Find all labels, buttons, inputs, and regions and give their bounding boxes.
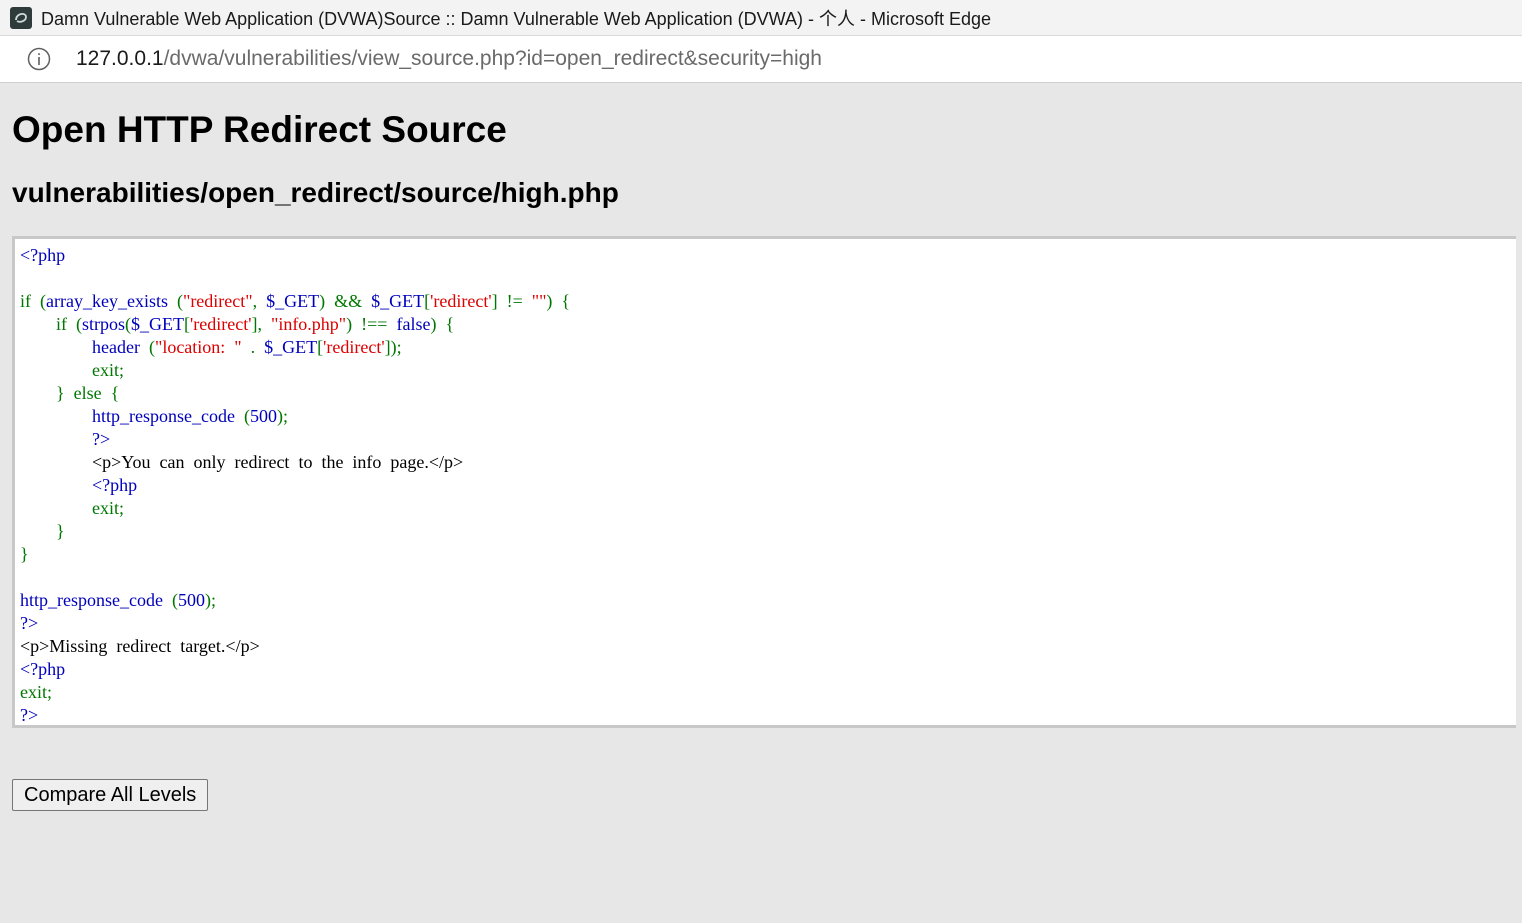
code-line: ?> [20, 704, 570, 727]
code-token: 'redirect' [430, 291, 492, 311]
code-token: <?php [92, 475, 138, 495]
code-line: <?php [20, 474, 570, 497]
code-token: ]); [384, 337, 402, 357]
code-token: ) { [430, 314, 455, 334]
source-code-box: <?php if (array_key_exists ("redirect", $… [12, 236, 1516, 728]
code-token: ) { [546, 291, 571, 311]
code-token: exit; [20, 360, 124, 380]
code-token: if ( [20, 291, 46, 311]
code-token: exit; [20, 682, 52, 702]
code-line: exit; [20, 681, 570, 704]
source-file-path: vulnerabilities/open_redirect/source/hig… [12, 177, 619, 208]
code-line: } else { [20, 382, 570, 405]
code-token: $_GET [371, 291, 425, 311]
code-token: ?> [92, 429, 111, 449]
code-token: , [252, 291, 267, 311]
window-titlebar: Damn Vulnerable Web Application (DVWA)So… [0, 0, 1522, 36]
code-token: $_GET [264, 337, 318, 357]
code-line: <?php [20, 244, 570, 267]
code-token: "location: " [154, 337, 242, 357]
code-token: "info.php" [270, 314, 347, 334]
code-token: ], [251, 314, 271, 334]
code-token: ?> [20, 705, 39, 725]
code-token: ) && [319, 291, 372, 311]
url-text[interactable]: 127.0.0.1/dvwa/vulnerabilities/view_sour… [76, 47, 822, 71]
code-token: ] != [491, 291, 532, 311]
url-path: /dvwa/vulnerabilities/view_source.php?id… [163, 47, 822, 70]
code-token: array_key_exists [46, 291, 177, 311]
code-line: } [20, 543, 570, 566]
code-token: 'redirect' [323, 337, 385, 357]
code-token: } [20, 544, 29, 564]
address-bar[interactable]: 127.0.0.1/dvwa/vulnerabilities/view_sour… [0, 36, 1522, 83]
code-token: ?> [20, 613, 39, 633]
window-title: Damn Vulnerable Web Application (DVWA)So… [41, 8, 992, 29]
code-token: if ( [20, 314, 82, 334]
code-token: "" [531, 291, 547, 311]
code-line: <p>Missing redirect target.</p> [20, 635, 570, 658]
code-line: ?> [20, 428, 570, 451]
code-token: 500 [177, 590, 205, 610]
code-token: $_GET [266, 291, 320, 311]
code-token: } else { [20, 383, 120, 403]
code-token: "redirect" [182, 291, 253, 311]
code-token: $_GET [131, 314, 185, 334]
source-code: <?php if (array_key_exists ("redirect", $… [20, 244, 570, 727]
code-line: header ("location: " . $_GET['redirect']… [20, 336, 570, 359]
code-token: ) !== [346, 314, 397, 334]
code-line: ?> [20, 612, 570, 635]
code-token: <?php [20, 659, 66, 679]
info-icon[interactable] [26, 46, 52, 72]
compare-all-levels-button[interactable]: Compare All Levels [12, 779, 209, 811]
url-host: 127.0.0.1 [76, 47, 164, 70]
code-token: . [241, 337, 265, 357]
code-token: ); [204, 590, 216, 610]
code-token: http_response_code [20, 590, 172, 610]
code-token: <?php [20, 245, 66, 265]
code-token: false [396, 314, 431, 334]
code-line: if (array_key_exists ("redirect", $_GET)… [20, 290, 570, 313]
code-token: 500 [249, 406, 277, 426]
code-token: header [92, 337, 149, 357]
code-line: http_response_code (500); [20, 405, 570, 428]
code-token: } [20, 521, 65, 541]
code-token: http_response_code [92, 406, 244, 426]
code-line: exit; [20, 497, 570, 520]
code-token: exit; [20, 498, 124, 518]
code-line: <p>You can only redirect to the info pag… [20, 451, 570, 474]
code-line: exit; [20, 359, 570, 382]
code-line: } [20, 520, 570, 543]
code-token: 'redirect' [190, 314, 252, 334]
dvwa-logo-icon [10, 6, 32, 29]
code-line: if (strpos($_GET['redirect'], "info.php"… [20, 313, 570, 336]
code-token: <p>Missing redirect target.</p> [20, 636, 260, 656]
code-token: strpos [82, 314, 126, 334]
code-token: ); [276, 406, 288, 426]
page-title: Open HTTP Redirect Source [12, 109, 507, 150]
code-line: <?php [20, 658, 570, 681]
code-token: <p>You can only redirect to the info pag… [20, 452, 464, 472]
code-line: http_response_code (500); [20, 589, 570, 612]
